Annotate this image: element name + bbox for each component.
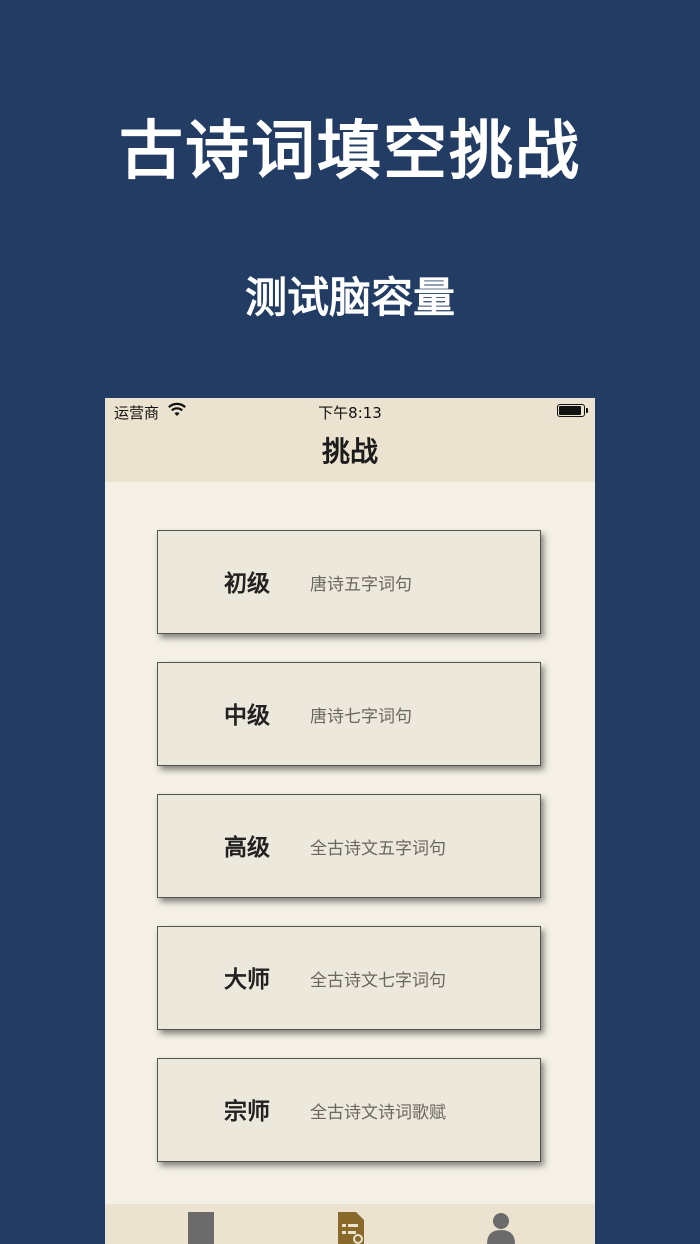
tab-bar	[105, 1204, 595, 1244]
level-desc: 全古诗文七字词句	[310, 971, 446, 991]
level-card-beginner[interactable]: 初级 唐诗五字词句	[157, 530, 541, 634]
level-name: 宗师	[224, 1098, 270, 1125]
person-icon	[487, 1213, 515, 1244]
page-title: 挑战	[321, 435, 378, 468]
level-card-grandmaster[interactable]: 宗师 全古诗文诗词歌赋	[157, 1058, 541, 1162]
level-desc: 唐诗七字词句	[310, 707, 412, 727]
level-card-master[interactable]: 大师 全古诗文七字词句	[157, 926, 541, 1030]
challenge-list-icon	[338, 1212, 364, 1244]
phone-screen: 运营商 下午8:13 挑战 初级 唐诗五字词句 中级 唐诗七字词句 高级 全古诗…	[105, 398, 595, 1244]
level-name: 高级	[224, 834, 270, 861]
level-card-intermediate[interactable]: 中级 唐诗七字词句	[157, 662, 541, 766]
nav-bar: 挑战	[105, 426, 595, 482]
tab-challenge[interactable]	[268, 1204, 431, 1244]
tab-study[interactable]	[118, 1204, 281, 1244]
level-desc: 全古诗文五字词句	[310, 839, 446, 859]
level-list: 初级 唐诗五字词句 中级 唐诗七字词句 高级 全古诗文五字词句 大师 全古诗文七…	[157, 530, 543, 1190]
level-card-advanced[interactable]: 高级 全古诗文五字词句	[157, 794, 541, 898]
level-desc: 唐诗五字词句	[310, 575, 412, 595]
battery-icon	[557, 404, 588, 417]
clock: 下午8:13	[318, 404, 382, 422]
status-bar: 运营商 下午8:13	[105, 398, 595, 426]
promo-subtitle: 测试脑容量	[244, 273, 455, 322]
level-name: 初级	[224, 570, 270, 597]
book-icon	[188, 1212, 214, 1244]
level-desc: 全古诗文诗词歌赋	[310, 1103, 446, 1123]
level-name: 中级	[224, 702, 270, 729]
tab-profile[interactable]	[418, 1204, 581, 1244]
level-name: 大师	[224, 966, 270, 993]
promo-title: 古诗词填空挑战	[119, 115, 581, 189]
